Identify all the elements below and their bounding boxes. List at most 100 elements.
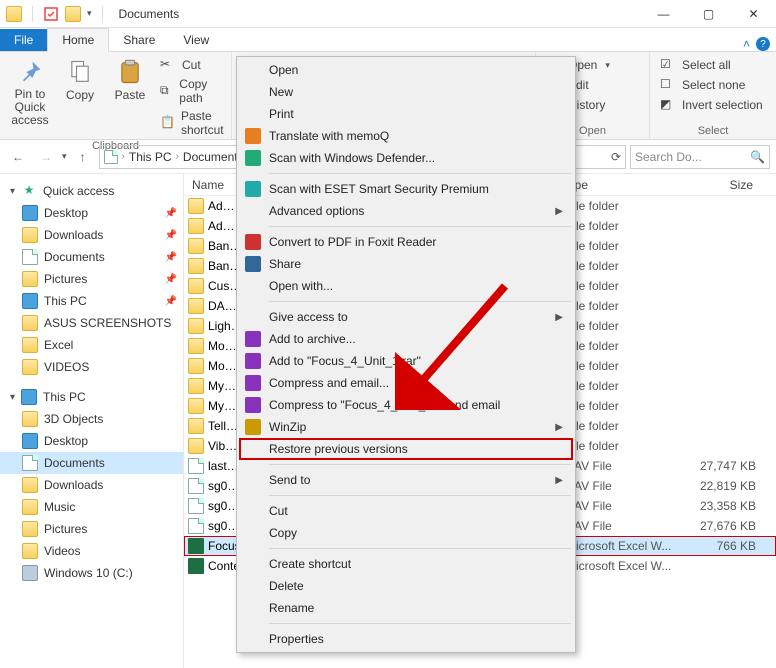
maximize-button[interactable]: ▢	[686, 0, 731, 28]
crumb-documents[interactable]: Documents	[183, 150, 244, 164]
select-none-button[interactable]: ☐Select none	[658, 76, 765, 94]
rar-icon	[245, 375, 261, 391]
menu-item[interactable]: Scan with ESET Smart Security Premium	[239, 178, 573, 200]
nav-item[interactable]: Documents	[0, 452, 183, 474]
tab-home[interactable]: Home	[47, 28, 109, 52]
docfile-icon	[22, 455, 38, 471]
folder-icon	[188, 418, 204, 434]
menu-item[interactable]: Open with...	[239, 275, 573, 297]
shield-icon	[245, 150, 261, 166]
zip-icon	[245, 419, 261, 435]
folder-icon	[188, 278, 204, 294]
menu-item[interactable]: Give access to▶	[239, 306, 573, 328]
paste-shortcut-icon: 📋	[160, 115, 175, 131]
tab-share[interactable]: Share	[109, 29, 169, 51]
qat-properties-icon[interactable]	[43, 6, 59, 22]
docfile-icon	[22, 249, 38, 265]
folder-icon	[188, 298, 204, 314]
folder-icon	[22, 499, 38, 515]
menu-item[interactable]: New	[239, 81, 573, 103]
nav-item[interactable]: This PC📌	[0, 290, 183, 312]
search-input[interactable]: Search Do... 🔍	[630, 145, 770, 169]
menu-item[interactable]: Create shortcut	[239, 553, 573, 575]
menu-item[interactable]: Convert to PDF in Foxit Reader	[239, 231, 573, 253]
invert-icon: ◩	[660, 97, 676, 113]
nav-item[interactable]: Excel	[0, 334, 183, 356]
menu-item[interactable]: WinZip▶	[239, 416, 573, 438]
nav-item[interactable]: Downloads📌	[0, 224, 183, 246]
rar-icon	[245, 331, 261, 347]
menu-item[interactable]: Rename	[239, 597, 573, 619]
close-button[interactable]: ✕	[731, 0, 776, 28]
menu-item[interactable]: Scan with Windows Defender...	[239, 147, 573, 169]
nav-item[interactable]: Desktop📌	[0, 202, 183, 224]
tab-file[interactable]: File	[0, 29, 47, 51]
nav-item[interactable]: ASUS SCREENSHOTS	[0, 312, 183, 334]
excel-icon	[188, 558, 204, 574]
rar-icon	[245, 353, 261, 369]
nav-item[interactable]: Downloads	[0, 474, 183, 496]
tab-view[interactable]: View	[169, 29, 223, 51]
chevron-right-icon[interactable]: ›	[176, 151, 179, 162]
recent-locations-icon[interactable]: ▾	[62, 151, 67, 162]
menu-item[interactable]: Open	[239, 59, 573, 81]
menu-item[interactable]: Copy	[239, 522, 573, 544]
rar-icon	[245, 397, 261, 413]
help-icon[interactable]: ?	[756, 37, 770, 51]
pin-icon: 📌	[165, 208, 177, 219]
nav-item[interactable]: Music	[0, 496, 183, 518]
menu-item[interactable]: Cut	[239, 500, 573, 522]
share-icon	[245, 256, 261, 272]
menu-item[interactable]: Advanced options▶	[239, 200, 573, 222]
select-all-button[interactable]: ☑Select all	[658, 56, 765, 74]
menu-item[interactable]: Translate with memoQ	[239, 125, 573, 147]
back-button[interactable]: ←	[6, 145, 30, 169]
paste-button[interactable]: Paste	[108, 56, 152, 104]
minimize-button[interactable]: —	[641, 0, 686, 28]
nav-item[interactable]: Desktop	[0, 430, 183, 452]
nav-item[interactable]: Pictures📌	[0, 268, 183, 290]
menu-item[interactable]: Send to▶	[239, 469, 573, 491]
folder-icon	[22, 315, 38, 331]
col-header-size: Size	[672, 178, 762, 192]
menu-item[interactable]: Share	[239, 253, 573, 275]
menu-item[interactable]: Delete	[239, 575, 573, 597]
menu-item[interactable]: Restore previous versions	[239, 438, 573, 460]
ribbon-collapse-icon[interactable]: ˄	[743, 37, 750, 51]
folder-icon	[188, 198, 204, 214]
search-icon[interactable]: 🔍	[750, 150, 765, 164]
menu-item[interactable]: Print	[239, 103, 573, 125]
chevron-down-icon: ▾	[10, 186, 15, 197]
paste-shortcut-button[interactable]: 📋Paste shortcut	[158, 108, 227, 138]
eset-icon	[245, 181, 261, 197]
menu-item[interactable]: Compress to "Focus_4_Unit_…." and email	[239, 394, 573, 416]
star-icon: ★	[21, 183, 37, 199]
menu-item[interactable]: Properties	[239, 628, 573, 650]
menu-separator	[269, 301, 571, 302]
crumb-this-pc[interactable]: This PC	[129, 150, 172, 164]
forward-button[interactable]: →	[34, 145, 58, 169]
refresh-icon[interactable]: ⟳	[611, 150, 621, 164]
nav-item[interactable]: Documents📌	[0, 246, 183, 268]
menu-item[interactable]: Add to "Focus_4_Unit_1.rar"	[239, 350, 573, 372]
copy-path-button[interactable]: ⧉Copy path	[158, 76, 227, 106]
nav-item[interactable]: VIDEOS	[0, 356, 183, 378]
nav-this-pc[interactable]: ▾ This PC	[0, 386, 183, 408]
copy-button[interactable]: Copy	[58, 56, 102, 104]
nav-item[interactable]: Pictures	[0, 518, 183, 540]
pin-quick-access-button[interactable]: Pin to Quick access	[8, 56, 52, 130]
copy-icon	[66, 58, 94, 86]
folder-icon	[188, 398, 204, 414]
menu-item[interactable]: Compress and email...	[239, 372, 573, 394]
qat-newfolder-icon[interactable]	[65, 6, 81, 22]
nav-quick-access[interactable]: ▾ ★ Quick access	[0, 180, 183, 202]
nav-item[interactable]: 3D Objects	[0, 408, 183, 430]
menu-item[interactable]: Add to archive...	[239, 328, 573, 350]
up-button[interactable]: ↑	[71, 145, 95, 169]
chevron-right-icon[interactable]: ›	[122, 151, 125, 162]
invert-selection-button[interactable]: ◩Invert selection	[658, 96, 765, 114]
cut-button[interactable]: ✂Cut	[158, 56, 227, 74]
nav-item[interactable]: Windows 10 (C:)	[0, 562, 183, 584]
qat-dropdown-icon[interactable]: ▾	[87, 8, 92, 19]
nav-item[interactable]: Videos	[0, 540, 183, 562]
